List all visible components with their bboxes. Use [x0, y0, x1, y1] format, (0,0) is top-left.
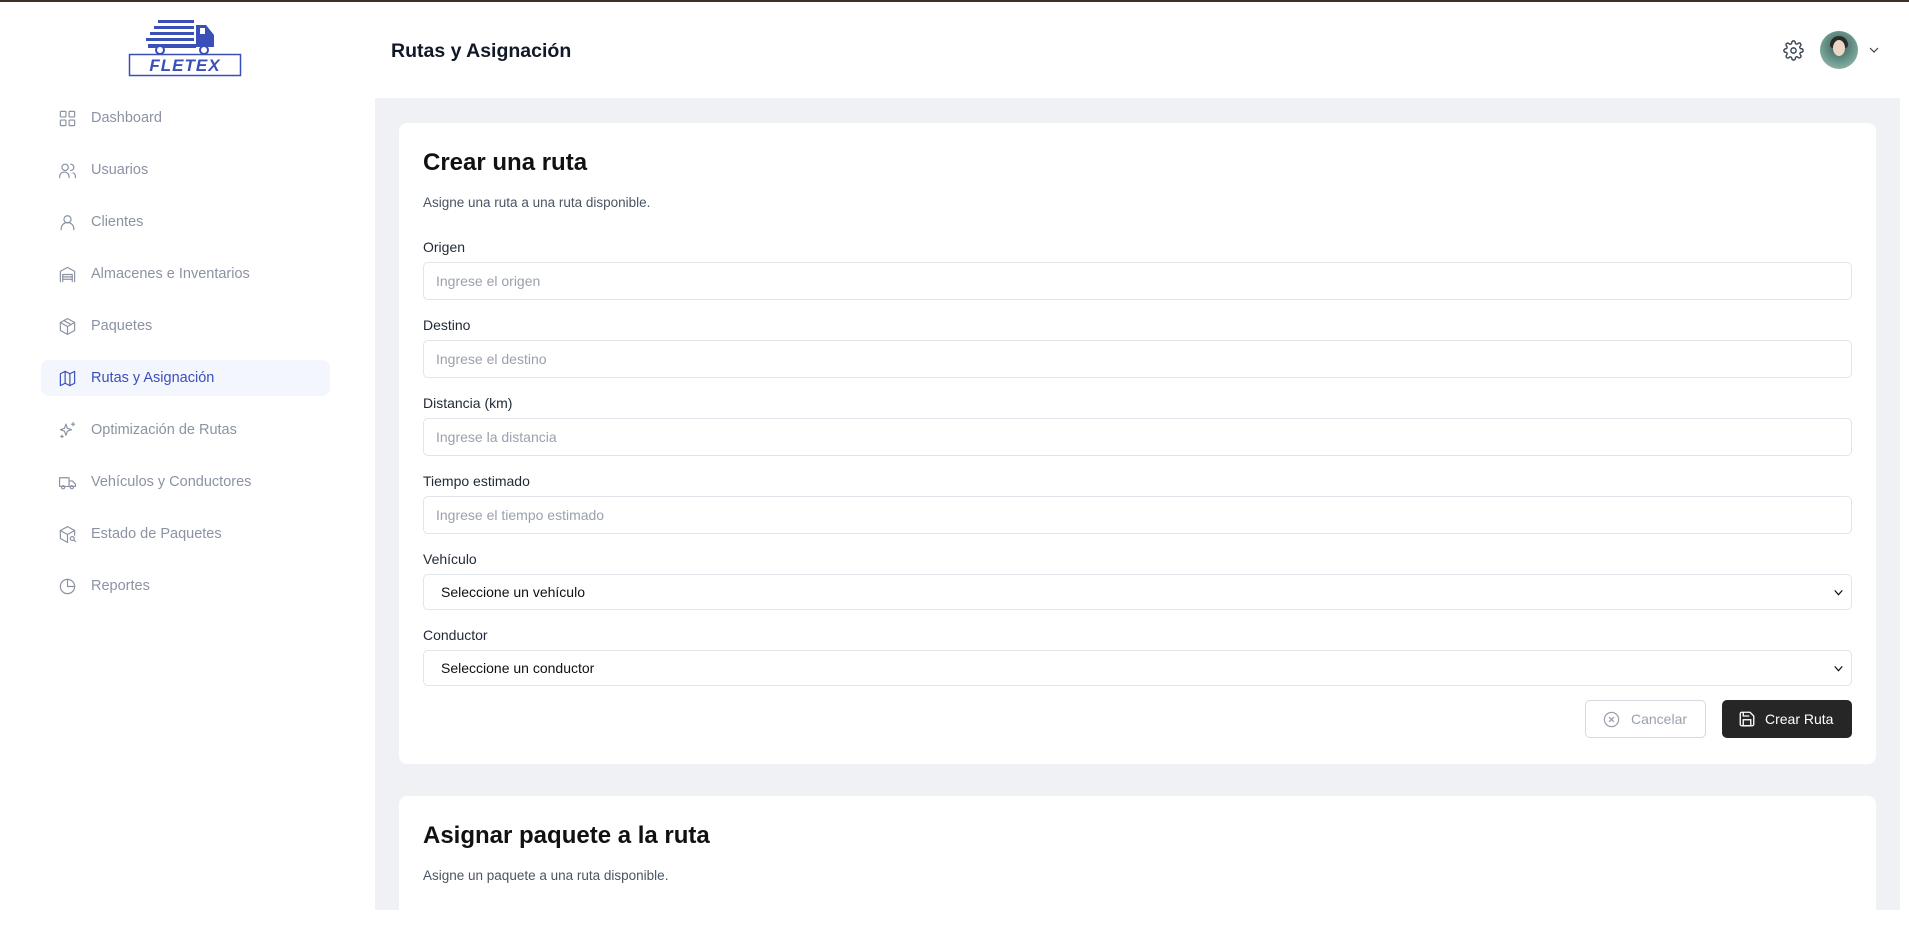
package-icon — [57, 316, 77, 336]
svg-text:FLETEX: FLETEX — [149, 56, 221, 75]
sidebar-item-label: Dashboard — [91, 110, 162, 126]
fletex-logo[interactable]: FLETEX — [128, 17, 242, 77]
vehicle-select-value: Seleccione un vehículo — [441, 584, 585, 600]
sidebar-item-label: Estado de Paquetes — [91, 526, 222, 542]
estimated-time-input[interactable] — [423, 496, 1852, 534]
x-circle-icon — [1603, 711, 1620, 727]
vehicle-select[interactable]: Seleccione un vehículo — [423, 574, 1852, 610]
gear-icon[interactable] — [1783, 40, 1804, 61]
cancel-button[interactable]: Cancelar — [1585, 700, 1706, 738]
user-icon — [57, 212, 77, 232]
main-content: Crear una ruta Asigne una ruta a una rut… — [375, 98, 1909, 936]
assign-package-description: Asigne un paquete a una ruta disponible. — [423, 868, 669, 883]
assign-package-title: Asignar paquete a la ruta — [423, 822, 710, 849]
create-route-button-label: Crear Ruta — [1765, 711, 1834, 727]
chevron-down-icon[interactable] — [1866, 42, 1882, 58]
avatar[interactable] — [1820, 31, 1858, 69]
save-icon — [1739, 711, 1755, 727]
create-route-button[interactable]: Crear Ruta — [1722, 700, 1852, 738]
time-label: Tiempo estimado — [423, 473, 530, 489]
grid-icon — [57, 108, 77, 128]
top-header: Rutas y Asignación — [375, 2, 1900, 98]
distance-input[interactable] — [423, 418, 1852, 456]
sidebar-item-label: Paquetes — [91, 318, 153, 334]
scrollbar[interactable] — [1900, 98, 1909, 738]
driver-select-value: Seleccione un conductor — [441, 660, 595, 676]
sidebar-item-label: Rutas y Asignación — [91, 370, 215, 386]
sidebar-item-paquetes[interactable]: Paquetes — [41, 308, 330, 344]
warehouse-icon — [57, 264, 77, 284]
sidebar-item-label: Vehículos y Conductores — [91, 474, 252, 490]
pie-chart-icon — [57, 576, 77, 596]
destination-input[interactable] — [423, 340, 1852, 378]
map-icon — [57, 368, 77, 388]
driver-label: Conductor — [423, 627, 488, 643]
sidebar-item-reportes[interactable]: Reportes — [41, 568, 330, 604]
cancel-button-label: Cancelar — [1631, 711, 1688, 727]
sidebar-item-rutas[interactable]: Rutas y Asignación — [41, 360, 330, 396]
create-route-card: Crear una ruta Asigne una ruta a una rut… — [399, 123, 1876, 764]
driver-select[interactable]: Seleccione un conductor — [423, 650, 1852, 686]
truck-icon — [57, 472, 77, 492]
sidebar-item-estado-paquetes[interactable]: Estado de Paquetes — [41, 516, 330, 552]
chevron-down-icon — [1832, 586, 1845, 599]
vehicle-label: Vehículo — [423, 551, 477, 567]
sidebar-item-optimizacion[interactable]: Optimización de Rutas — [41, 412, 330, 448]
package-search-icon — [57, 524, 77, 544]
page-title: Rutas y Asignación — [391, 40, 572, 62]
users-icon — [57, 160, 77, 180]
distance-label: Distancia (km) — [423, 395, 513, 411]
sparkles-icon — [57, 420, 77, 440]
sidebar-item-vehiculos[interactable]: Vehículos y Conductores — [41, 464, 330, 500]
origin-input[interactable] — [423, 262, 1852, 300]
sidebar-item-label: Usuarios — [91, 162, 149, 178]
sidebar-item-label: Almacenes e Inventarios — [91, 266, 250, 282]
assign-package-card: Asignar paquete a la ruta Asigne un paqu… — [399, 796, 1876, 936]
origin-label: Origen — [423, 239, 466, 255]
chevron-down-icon — [1832, 662, 1845, 675]
sidebar-item-almacenes[interactable]: Almacenes e Inventarios — [41, 256, 330, 292]
sidebar-item-usuarios[interactable]: Usuarios — [41, 152, 330, 188]
create-route-title: Crear una ruta — [423, 149, 588, 176]
sidebar-item-label: Reportes — [91, 578, 150, 594]
sidebar-item-dashboard[interactable]: Dashboard — [41, 100, 330, 136]
sidebar-nav: Dashboard Usuarios Clientes Almacenes e … — [41, 100, 330, 620]
sidebar: FLETEX Dashboard Usuarios Clientes Almac… — [0, 2, 375, 910]
sidebar-item-label: Clientes — [91, 214, 144, 230]
sidebar-item-clientes[interactable]: Clientes — [41, 204, 330, 240]
destination-label: Destino — [423, 317, 471, 333]
sidebar-item-label: Optimización de Rutas — [91, 422, 237, 438]
create-route-description: Asigne una ruta a una ruta disponible. — [423, 195, 651, 210]
